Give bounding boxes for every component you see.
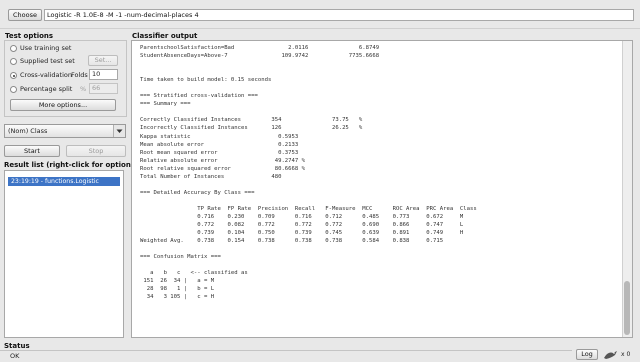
vertical-scrollbar[interactable] [622, 41, 632, 337]
percentage-split-label: Percentage split [20, 85, 73, 93]
folds-label: Folds [71, 71, 88, 79]
cross-validation-radio[interactable] [10, 72, 17, 79]
more-options-button[interactable]: More options... [10, 99, 116, 111]
test-options-title: Test options [5, 32, 54, 40]
status-bar: OK [0, 350, 572, 360]
folds-input[interactable]: 10 [89, 69, 118, 80]
classifier-output-title: Classifier output [132, 32, 198, 40]
percent-input[interactable]: 66 [89, 83, 118, 94]
status-text: OK [10, 352, 20, 360]
start-button[interactable]: Start [4, 145, 60, 157]
weka-bird-icon [603, 349, 619, 360]
stop-button[interactable]: Stop [66, 145, 126, 157]
classifier-command-field[interactable]: Logistic -R 1.0E-8 -M -1 -num-decimal-pl… [44, 9, 634, 21]
status-x-count: x 0 [621, 351, 631, 358]
output-text-area[interactable]: ParentschoolSatisfaction=Bad 2.0116 6.87… [136, 44, 622, 336]
choose-button[interactable]: Choose [8, 9, 42, 21]
set-button[interactable]: Set... [88, 55, 118, 66]
scrollbar-thumb[interactable] [624, 281, 630, 335]
percentage-split-radio[interactable] [10, 86, 17, 93]
result-list: 23:19:19 - functions.Logistic [4, 170, 124, 338]
log-button[interactable]: Log [576, 349, 598, 360]
chevron-down-icon [113, 125, 125, 137]
classifier-output-text: ParentschoolSatisfaction=Bad 2.0116 6.87… [140, 45, 477, 301]
class-select-value: (Nom) Class [8, 127, 48, 135]
result-list-item[interactable]: 23:19:19 - functions.Logistic [8, 177, 120, 186]
percent-sign: % [80, 85, 87, 93]
classifier-output-panel[interactable]: ParentschoolSatisfaction=Bad 2.0116 6.87… [131, 40, 633, 338]
class-select[interactable]: (Nom) Class [4, 124, 126, 138]
supplied-test-set-label: Supplied test set [20, 57, 75, 65]
status-title: Status [4, 342, 30, 350]
use-training-set-radio[interactable] [10, 45, 17, 52]
use-training-set-label: Use training set [20, 44, 72, 52]
result-list-title: Result list (right-click for options) [4, 161, 139, 169]
cross-validation-label: Cross-validation [20, 71, 72, 79]
supplied-test-set-radio[interactable] [10, 58, 17, 65]
